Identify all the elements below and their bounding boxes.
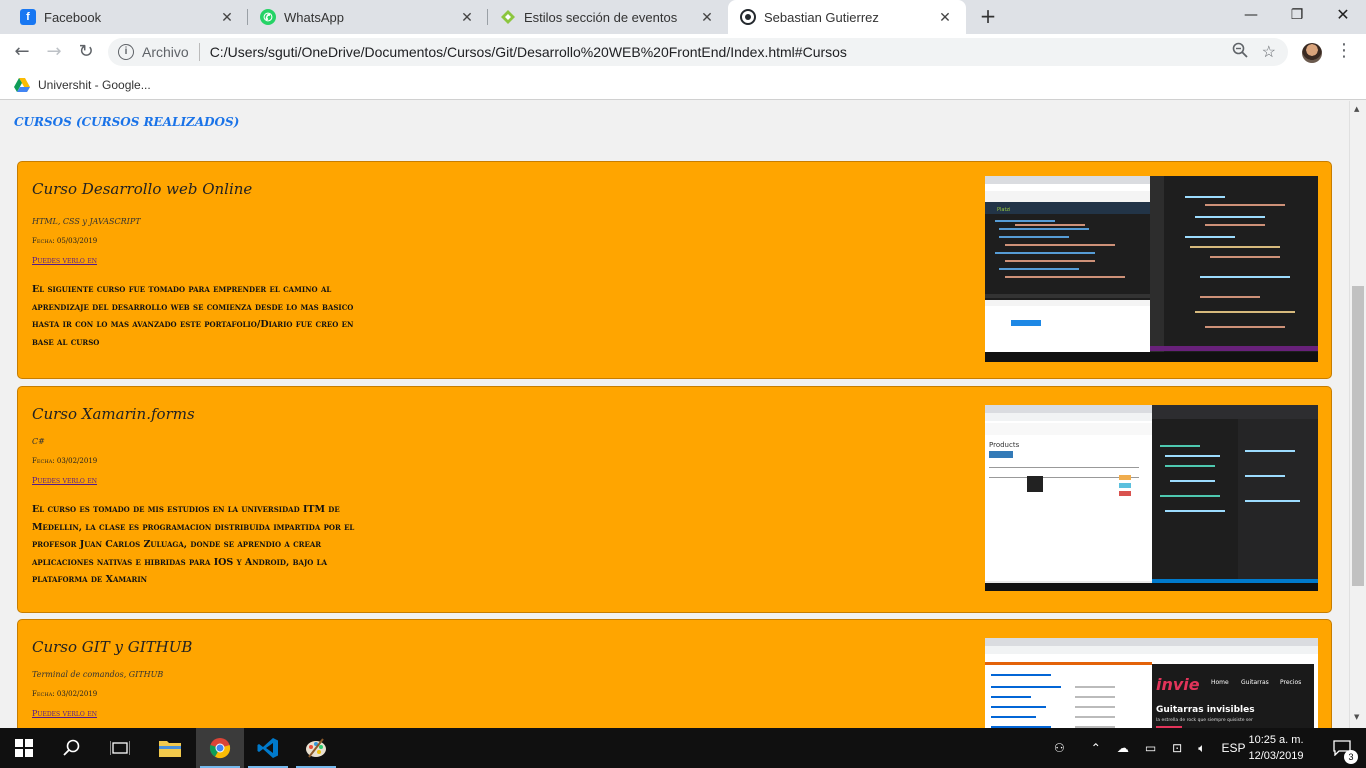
maximize-button[interactable]: ❐ (1274, 0, 1320, 30)
course-screenshot: Products (985, 405, 1318, 591)
task-view-icon[interactable] (96, 728, 144, 768)
system-tray: ⚇ ⌃ ☁ ▭ ⊡ 🔈︎ ESP (1054, 728, 1245, 768)
search-icon[interactable] (48, 728, 96, 768)
course-card: Curso GIT y GITHUB Terminal de comandos,… (17, 619, 1332, 728)
close-icon[interactable]: ✕ (218, 9, 236, 26)
facebook-icon: f (20, 9, 36, 25)
course-link[interactable]: Puedes verlo en (32, 709, 97, 718)
course-link[interactable]: Puedes verlo en (32, 256, 97, 265)
address-bar[interactable]: i Archivo C:/Users/sguti/OneDrive/Docume… (108, 38, 1288, 66)
windows-taskbar: ⚇ ⌃ ☁ ▭ ⊡ 🔈︎ ESP 10:25 a. m. 12/03/2019 … (0, 728, 1366, 768)
scroll-down-arrow-icon[interactable]: ▼ (1354, 713, 1359, 721)
course-subtitle: Terminal de comandos, GITHUB (32, 670, 164, 679)
page-scrollbar[interactable]: ▲ ▼ (1349, 101, 1366, 728)
vscode-icon[interactable] (244, 728, 292, 768)
scrollbar-thumb[interactable] (1352, 286, 1364, 586)
course-date: Fecha: 03/02/2019 (32, 690, 98, 698)
close-icon[interactable]: ✕ (936, 9, 954, 26)
close-window-button[interactable]: ✕ (1320, 0, 1366, 30)
tab-strip: f Facebook ✕ ✆ WhatsApp ✕ Estilos secció… (0, 0, 1366, 34)
battery-icon[interactable]: ▭ (1145, 741, 1156, 755)
section-title: CURSOS (CURSOS REALIZADOS) (14, 115, 240, 129)
forward-arrow-icon[interactable]: → (42, 40, 66, 64)
course-link[interactable]: Puedes verlo en (32, 476, 97, 485)
invie-headline: Guitarras invisibles (1156, 705, 1255, 715)
course-screenshot: invie Home Guitarras Precios Guitarras i… (985, 638, 1318, 728)
close-icon[interactable]: ✕ (698, 9, 716, 26)
platzi-label: Platzi (997, 207, 1010, 213)
new-tab-button[interactable]: + (976, 4, 1000, 28)
url-text[interactable]: C:/Users/sguti/OneDrive/Documentos/Curso… (210, 44, 1232, 60)
course-date: Fecha: 03/02/2019 (32, 457, 98, 465)
back-arrow-icon[interactable]: ← (10, 40, 34, 64)
profile-avatar[interactable] (1302, 43, 1322, 63)
page-viewport: CURSOS (CURSOS REALIZADOS) Curso Desarro… (0, 101, 1349, 728)
zoom-icon[interactable] (1232, 42, 1248, 63)
star-icon[interactable]: ☆ (1262, 42, 1276, 63)
google-drive-icon (14, 77, 30, 92)
windows-start-icon[interactable] (0, 728, 48, 768)
tab-estilos-eventos[interactable]: Estilos sección de eventos ✕ (488, 0, 728, 34)
file-explorer-icon[interactable] (146, 728, 194, 768)
course-description: El curso es tomado de mis estudios en la… (32, 504, 355, 585)
paint-icon[interactable] (292, 728, 340, 768)
clock-time: 10:25 a. m. (1248, 734, 1304, 746)
onedrive-cloud-icon[interactable]: ☁ (1117, 741, 1129, 755)
codepen-icon (500, 9, 516, 25)
clock-date: 12/03/2019 (1248, 750, 1304, 762)
course-card: Curso Desarrollo web Online HTML, CSS y … (17, 161, 1332, 379)
network-icon[interactable]: ⊡ (1172, 741, 1182, 755)
course-title: Curso Xamarin.forms (32, 405, 195, 423)
course-date: Fecha: 05/03/2019 (32, 237, 98, 245)
chevron-up-icon[interactable]: ⌃ (1091, 741, 1101, 755)
course-subtitle: C# (32, 437, 45, 446)
chrome-icon[interactable] (196, 728, 244, 768)
omnibox-divider (198, 43, 200, 61)
action-center-icon[interactable]: 3 (1322, 728, 1362, 768)
invie-logo: invie (1156, 675, 1200, 694)
tab-title: Estilos sección de eventos (524, 9, 678, 25)
tab-whatsapp[interactable]: ✆ WhatsApp ✕ (248, 0, 488, 34)
tab-facebook[interactable]: f Facebook ✕ (8, 0, 248, 34)
course-subtitle: HTML, CSS y JAVASCRIPT (32, 217, 141, 226)
github-icon (740, 9, 756, 25)
tab-title: WhatsApp (284, 9, 344, 25)
reload-icon[interactable]: ↻ (74, 40, 98, 64)
protocol-label: Archivo (142, 44, 189, 60)
info-icon[interactable]: i (118, 44, 134, 60)
tab-sebastian-gutierrez[interactable]: Sebastian Gutierrez ✕ (728, 0, 966, 34)
volume-icon[interactable]: 🔈︎ (1198, 741, 1205, 756)
scroll-up-arrow-icon[interactable]: ▲ (1354, 105, 1359, 113)
invie-tagline: la estrella de rock que siempre quisiste… (1156, 717, 1253, 723)
whatsapp-icon: ✆ (260, 9, 276, 25)
clock[interactable]: 10:25 a. m. 12/03/2019 (1240, 732, 1312, 764)
tab-title: Facebook (44, 9, 102, 25)
menu-icon[interactable]: ⋮ (1334, 40, 1354, 61)
browser-toolbar: ← → ↻ i Archivo C:/Users/sguti/OneDrive/… (0, 34, 1366, 70)
tab-title: Sebastian Gutierrez (764, 9, 879, 25)
course-title: Curso GIT y GITHUB (32, 638, 193, 656)
notification-count-badge: 3 (1344, 750, 1358, 764)
course-screenshot: Platzi (985, 176, 1318, 362)
bookmark-univershit[interactable]: Univershit - Google... (38, 78, 151, 92)
course-card: Curso Xamarin.forms C# Fecha: 03/02/2019… (17, 386, 1332, 613)
invie-nav-guitarras: Guitarras (1241, 679, 1269, 686)
close-icon[interactable]: ✕ (458, 9, 476, 26)
course-title: Curso Desarrollo web Online (32, 180, 253, 198)
minimize-button[interactable]: — (1228, 0, 1274, 30)
bookmarks-bar: Univershit - Google... (0, 70, 1366, 100)
course-description: El siguiente curso fue tomado para empre… (32, 284, 354, 348)
invie-nav-precios: Precios (1280, 679, 1301, 686)
products-label: Products (989, 441, 1020, 449)
people-icon[interactable]: ⚇ (1054, 741, 1065, 755)
invie-nav-home: Home (1211, 679, 1229, 686)
